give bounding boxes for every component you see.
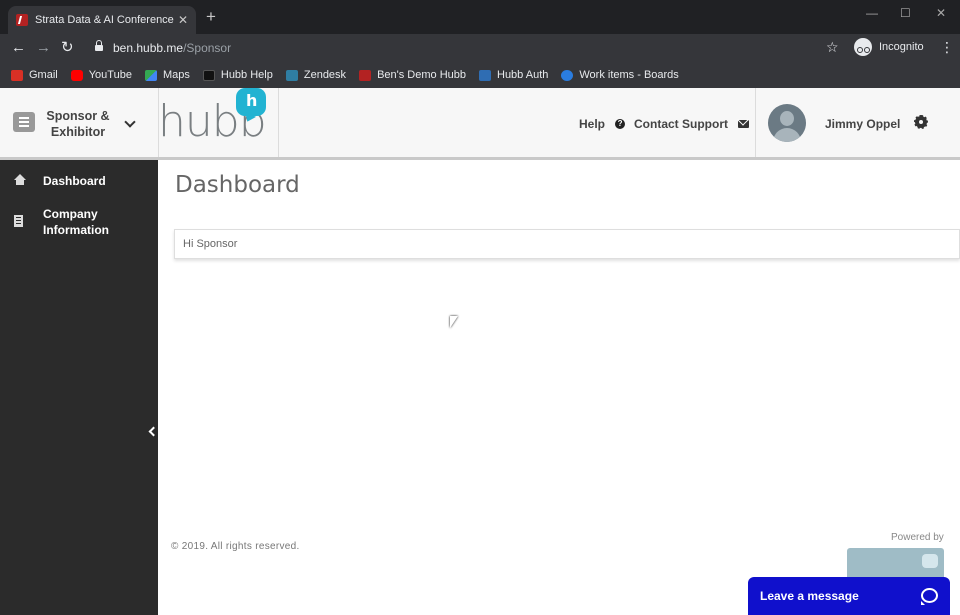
reload-icon[interactable]: ↻ <box>61 39 74 57</box>
bookmark-label: Hubb Help <box>220 69 273 81</box>
sidebar-item-label: Dashboard <box>43 174 106 188</box>
bookmark-zendesk[interactable]: Zendesk <box>285 69 347 81</box>
minimize-icon[interactable]: — <box>866 6 878 20</box>
mouse-cursor-icon <box>450 316 458 328</box>
azure-boards-icon <box>561 69 574 81</box>
forward-arrow-icon[interactable]: → <box>36 39 51 57</box>
hubb-help-icon <box>202 69 215 81</box>
youtube-icon <box>70 69 83 81</box>
bookmark-hubb-auth[interactable]: Hubb Auth <box>479 69 548 81</box>
bookmark-star-icon[interactable]: ☆ <box>826 39 839 56</box>
header-divider <box>278 88 279 157</box>
sidebar-item-company-information[interactable]: Company Information <box>0 205 158 239</box>
hubb-bubble-icon: h <box>236 88 266 116</box>
powered-by-text: Powered by <box>891 532 944 543</box>
bookmark-label: Ben's Demo Hubb <box>377 69 466 81</box>
gmail-icon <box>11 69 23 81</box>
lock-icon <box>95 40 103 52</box>
help-label: Help <box>579 117 606 131</box>
back-arrow-icon[interactable]: ← <box>11 39 26 57</box>
user-avatar[interactable] <box>768 104 806 142</box>
bookmark-bens-demo-hubb[interactable]: Ben's Demo Hubb <box>359 69 466 81</box>
sidebar: Dashboard Company Information <box>0 160 159 615</box>
bookmark-label: Gmail <box>29 69 58 81</box>
bookmark-label: Work items - Boards <box>579 69 679 81</box>
envelope-icon <box>738 120 749 128</box>
page-title: Dashboard <box>175 172 300 198</box>
incognito-icon <box>854 38 872 56</box>
help-link[interactable]: Help ? <box>579 117 626 131</box>
maximize-icon[interactable]: ☐ <box>900 6 911 20</box>
url-path: /Sponsor <box>183 41 232 55</box>
hubb-auth-icon <box>479 69 491 81</box>
browser-titlebar: Strata Data & AI Conference 2020 ✕ + — ☐… <box>0 0 960 34</box>
bookmark-work-items-boards[interactable]: Work items - Boards <box>561 69 679 81</box>
browser-tab[interactable]: Strata Data & AI Conference 2020 ✕ <box>8 6 196 34</box>
sidebar-item-dashboard[interactable]: Dashboard <box>0 172 158 192</box>
zendesk-icon <box>285 69 298 81</box>
app-header: Sponsor & Exhibitor hubb h Help ? Contac… <box>0 88 960 160</box>
building-icon <box>14 215 23 227</box>
bookmark-label: YouTube <box>88 69 132 81</box>
browser-toolbar: ← → ↻ ben.hubb.me/Sponsor ☆ Incognito ⋮ <box>0 34 960 62</box>
question-circle-icon: ? <box>615 119 626 129</box>
greeting-panel: Hi Sponsor <box>174 229 960 259</box>
sidebar-collapse-icon[interactable] <box>148 426 159 437</box>
leave-message-button[interactable]: Leave a message <box>748 577 950 615</box>
bookmark-youtube[interactable]: YouTube <box>70 69 132 81</box>
header-divider <box>755 88 756 157</box>
logo-badge: h <box>246 91 258 110</box>
browser-menu-icon[interactable]: ⋮ <box>940 39 954 55</box>
chat-bubble-icon <box>921 588 938 605</box>
greeting-text: Hi Sponsor <box>183 238 238 250</box>
hubb-logo[interactable]: hubb h <box>158 88 278 157</box>
maps-icon <box>144 69 157 81</box>
tab-close-icon[interactable]: ✕ <box>178 14 188 26</box>
address-bar[interactable]: ben.hubb.me/Sponsor <box>113 41 231 55</box>
menu-toggle-icon[interactable] <box>13 112 35 132</box>
sidebar-item-label: Company Information <box>43 207 109 237</box>
new-tab-button[interactable]: + <box>206 8 216 25</box>
bookmark-maps[interactable]: Maps <box>144 69 190 81</box>
home-icon-body <box>16 180 24 185</box>
strata-icon <box>359 69 372 81</box>
user-name[interactable]: Jimmy Oppel <box>825 117 900 131</box>
strata-favicon-icon <box>16 14 28 26</box>
support-label: Contact Support <box>634 117 728 131</box>
role-selector-label[interactable]: Sponsor & Exhibitor <box>40 108 116 140</box>
bookmark-label: Zendesk <box>303 69 347 81</box>
incognito-label: Incognito <box>879 41 924 53</box>
incognito-indicator[interactable]: Incognito <box>854 38 924 56</box>
bookmark-label: Hubb Auth <box>497 69 549 81</box>
tab-title: Strata Data & AI Conference 2020 <box>35 14 177 26</box>
bookmarks-bar: Gmail YouTube Maps Hubb Help Zendesk Ben… <box>0 62 960 88</box>
bookmark-gmail[interactable]: Gmail <box>11 69 58 81</box>
url-host: ben.hubb.me <box>113 41 184 55</box>
gear-icon[interactable] <box>914 115 928 129</box>
chevron-down-icon[interactable] <box>124 116 136 128</box>
contact-support-link[interactable]: Contact Support <box>634 117 749 131</box>
window-close-icon[interactable]: ✕ <box>936 6 946 20</box>
bookmark-label: Maps <box>162 69 190 81</box>
leave-message-label: Leave a message <box>760 589 859 603</box>
copyright-text: © 2019. All rights reserved. <box>171 541 300 552</box>
bookmark-hubb-help[interactable]: Hubb Help <box>202 69 273 81</box>
